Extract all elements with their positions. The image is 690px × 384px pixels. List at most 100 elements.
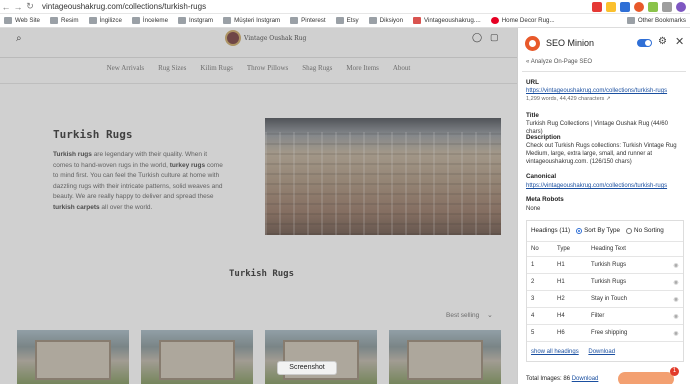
enable-toggle[interactable] xyxy=(637,39,652,47)
arrow-right-icon[interactable]: → xyxy=(12,2,24,12)
bookmark-item[interactable]: Müşteri Instgram xyxy=(223,17,280,24)
folder-icon xyxy=(335,17,344,24)
column-header: Heading Text xyxy=(587,241,665,257)
description-label: Description xyxy=(526,134,561,141)
folder-icon xyxy=(290,17,299,24)
site-icon xyxy=(413,17,422,24)
bookmark-item[interactable]: Web Site xyxy=(4,17,40,24)
profile-avatar[interactable] xyxy=(676,2,686,12)
product-card-image[interactable] xyxy=(141,330,253,384)
sort-by-type-radio[interactable] xyxy=(576,227,583,234)
bookmark-item[interactable]: İngilizce xyxy=(88,17,122,24)
eye-icon[interactable]: ◉ xyxy=(665,290,683,308)
bookmark-item[interactable]: Instgram xyxy=(178,17,213,24)
folder-icon xyxy=(626,17,635,24)
gear-icon[interactable]: ⚙ xyxy=(658,36,667,47)
table-row: 1 H1 Turkish Rugs ◉ xyxy=(527,256,683,274)
menu-item[interactable]: About xyxy=(393,64,411,72)
heading-type: H1 xyxy=(553,256,587,274)
folder-icon xyxy=(88,17,97,24)
heading-type: H4 xyxy=(553,307,587,325)
row-number: 4 xyxy=(527,307,553,325)
bookmark-item[interactable]: İnceleme xyxy=(131,17,168,24)
bookmark-item[interactable]: Etsy xyxy=(335,17,359,24)
seo-minion-extension-icon[interactable] xyxy=(634,2,644,12)
headings-controls: Headings (11) Sort By Type No Sorting xyxy=(531,227,664,234)
search-icon[interactable]: ⌕ xyxy=(16,33,22,44)
menu-item[interactable]: More Items xyxy=(346,64,378,72)
meta-robots-value: None xyxy=(526,206,541,212)
account-icon[interactable]: ◯ xyxy=(472,32,482,43)
chat-button[interactable] xyxy=(618,372,674,384)
extension-icon[interactable] xyxy=(648,2,658,12)
puzzle-icon[interactable] xyxy=(662,2,672,12)
download-images-link[interactable]: Download xyxy=(572,376,599,382)
extension-icon[interactable] xyxy=(592,2,602,12)
url-field[interactable]: vintageoushakrug.com/collections/turkish… xyxy=(42,2,206,11)
menu-item[interactable]: Shag Rugs xyxy=(302,64,332,72)
other-bookmarks[interactable]: Other Bookmarks xyxy=(626,17,686,24)
reload-icon[interactable]: ↻ xyxy=(24,1,36,12)
logo-emblem xyxy=(225,30,241,46)
product-card-image[interactable] xyxy=(265,330,377,384)
url-value: https://vintageoushakrug.com/collections… xyxy=(526,87,686,103)
eye-icon[interactable]: ◉ xyxy=(665,307,683,325)
divider xyxy=(522,71,686,72)
extension-icon[interactable] xyxy=(606,2,616,12)
folder-icon xyxy=(4,17,12,24)
menu-item[interactable]: Throw Pillows xyxy=(247,64,288,72)
heading-text: Filter xyxy=(587,307,665,325)
divider xyxy=(0,83,517,84)
bookmark-item[interactable]: Vintageoushakrug.... xyxy=(413,17,481,24)
menu-item[interactable]: Rug Sizes xyxy=(158,64,186,72)
bookmark-item[interactable]: Home Decor Rug... xyxy=(490,17,555,24)
column-header xyxy=(665,241,683,257)
chevron-down-icon[interactable]: ⌄ xyxy=(487,311,493,319)
table-row: 2 H1 Turkish Rugs ◉ xyxy=(527,273,683,291)
row-number: 5 xyxy=(527,324,553,342)
back-link[interactable]: « Analyze On-Page SEO xyxy=(526,59,592,65)
canonical-link[interactable]: https://vintageoushakrug.com/collections… xyxy=(526,183,667,189)
folder-icon xyxy=(368,17,377,24)
eye-icon[interactable]: ◉ xyxy=(665,273,683,291)
folder-icon xyxy=(178,17,187,24)
rug-field-image xyxy=(265,132,501,235)
product-card-image[interactable] xyxy=(389,330,501,384)
external-link-icon[interactable]: ↗ xyxy=(606,96,611,102)
url-link[interactable]: https://vintageoushakrug.com/collections… xyxy=(526,88,667,94)
sort-select[interactable]: Best selling xyxy=(446,312,479,319)
cart-icon[interactable]: ▢ xyxy=(490,32,499,43)
menu-item[interactable]: Kilim Rugs xyxy=(200,64,232,72)
site-logo[interactable]: Vintage Oushak Rug xyxy=(225,30,306,46)
no-sorting-radio[interactable] xyxy=(626,227,633,234)
bookmark-item[interactable]: Diksiyon xyxy=(368,17,403,24)
bookmark-item[interactable]: Pinterest xyxy=(290,17,326,24)
table-row: 5 H6 Free shipping ◉ xyxy=(527,324,683,342)
heading-text: Stay in Touch xyxy=(587,290,665,308)
row-number: 3 xyxy=(527,290,553,308)
product-card-image[interactable] xyxy=(17,330,129,384)
screenshot-button[interactable]: Screenshot xyxy=(277,361,337,375)
column-header: No xyxy=(527,241,553,257)
arrow-left-icon[interactable]: ← xyxy=(0,2,12,12)
url-label: URL xyxy=(526,79,539,86)
description-value: Check out Turkish Rugs collections: Turk… xyxy=(526,143,677,165)
panel-title: SEO Minion xyxy=(546,38,595,48)
hero-image xyxy=(265,118,501,235)
close-icon[interactable]: ✕ xyxy=(675,35,684,48)
eye-icon[interactable]: ◉ xyxy=(665,256,683,274)
download-link[interactable]: Download xyxy=(588,349,615,355)
heading-text: Turkish Rugs xyxy=(587,273,665,291)
menu-item[interactable]: New Arrivals xyxy=(107,64,145,72)
show-all-headings-link[interactable]: show all headings xyxy=(531,349,579,355)
bookmark-item[interactable]: Resim xyxy=(50,17,79,24)
page-content: ⌕ Vintage Oushak Rug ◯ ▢ New Arrivals Ru… xyxy=(0,28,517,384)
row-number: 2 xyxy=(527,273,553,291)
site-header: ⌕ Vintage Oushak Rug ◯ ▢ xyxy=(0,28,517,58)
eye-icon[interactable]: ◉ xyxy=(665,324,683,342)
address-bar: ← → ↻ vintageoushakrug.com/collections/t… xyxy=(0,0,690,14)
heading-type: H2 xyxy=(553,290,587,308)
double-chevron-left-icon: « xyxy=(526,59,530,65)
main-menu: New Arrivals Rug Sizes Kilim Rugs Throw … xyxy=(0,64,517,72)
extension-icon[interactable] xyxy=(620,2,630,12)
